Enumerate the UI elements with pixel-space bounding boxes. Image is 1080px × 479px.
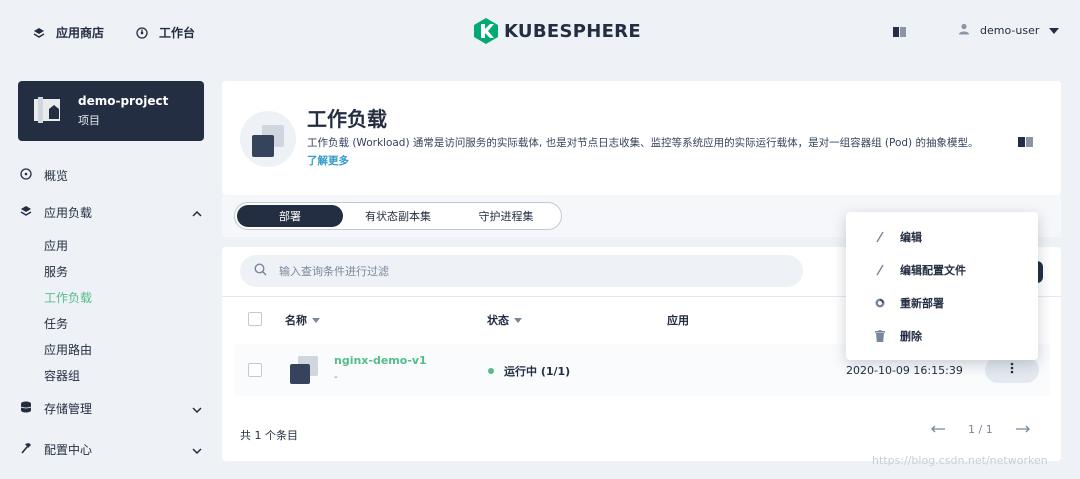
column-status-label: 状态 — [487, 314, 509, 327]
column-header-name[interactable]: 名称 — [285, 312, 320, 328]
page-header: 工作负载 工作负载 (Workload) 通常是访问服务的实际载体, 也是对节点… — [222, 81, 1061, 195]
pen-icon — [874, 231, 886, 243]
nav-config[interactable]: 配置中心 — [20, 441, 202, 458]
tab-deployments[interactable]: 部署 — [237, 205, 343, 227]
tab-daemonsets[interactable]: 守护进程集 — [453, 205, 559, 227]
pagination: 1 / 1 — [930, 423, 1031, 436]
document-icon[interactable] — [893, 26, 907, 38]
document-icon[interactable] — [1018, 136, 1034, 151]
sidebar-item-jobs[interactable]: 任务 — [44, 315, 68, 332]
sort-down-icon — [514, 317, 522, 323]
layers-icon — [32, 26, 46, 40]
nav-overview-label: 概览 — [44, 169, 69, 183]
chevron-up-icon — [192, 206, 202, 220]
more-actions-button[interactable] — [985, 357, 1039, 383]
column-name-label: 名称 — [285, 314, 307, 327]
logo-text: KUBESPHERE — [504, 20, 641, 42]
dashboard-icon — [20, 168, 32, 183]
project-type: 项目 — [78, 114, 100, 127]
sort-down-icon — [312, 317, 320, 323]
project-name: demo-project — [78, 94, 169, 108]
caret-down-icon — [1049, 24, 1060, 37]
database-icon — [20, 401, 32, 416]
workload-subtitle: - — [334, 372, 338, 383]
hammer-icon — [20, 442, 32, 457]
nav-overview[interactable]: 概览 — [20, 167, 202, 184]
watermark: https://blog.csdn.net/networken — [872, 454, 1048, 467]
search-input[interactable] — [279, 264, 759, 278]
user-menu[interactable]: demo-user — [958, 23, 1060, 38]
pen-icon — [874, 264, 886, 276]
project-info: demo-project 项目 — [78, 94, 168, 128]
status-text: 运行中 (1/1) — [504, 365, 571, 378]
app-store-link[interactable]: 应用商店 — [32, 24, 104, 41]
page-indicator: 1 / 1 — [968, 423, 993, 436]
menu-item-redeploy-label: 重新部署 — [900, 297, 944, 310]
refresh-icon — [874, 297, 886, 309]
deployment-icon — [288, 354, 320, 389]
menu-item-delete[interactable]: 删除 — [874, 328, 922, 344]
menu-item-edit-label: 编辑 — [900, 231, 922, 244]
sidebar-item-routes[interactable]: 应用路由 — [44, 341, 92, 358]
row-checkbox[interactable] — [248, 363, 262, 377]
status-badge: 运行中 (1/1) — [488, 363, 570, 379]
workbench-link[interactable]: 工作台 — [135, 24, 195, 41]
workload-name-link[interactable]: nginx-demo-v1 — [334, 354, 427, 367]
menu-item-delete-label: 删除 — [900, 330, 922, 343]
menu-item-edit-yaml[interactable]: 编辑配置文件 — [874, 262, 966, 278]
project-icon — [32, 95, 64, 128]
tab-statefulsets[interactable]: 有状态副本集 — [343, 205, 453, 227]
column-app-label: 应用 — [667, 314, 689, 327]
user-icon — [958, 23, 970, 38]
nav-storage-label: 存储管理 — [44, 402, 93, 416]
prev-page-icon[interactable] — [930, 423, 946, 436]
kubesphere-logo-icon — [474, 18, 498, 44]
menu-item-redeploy[interactable]: 重新部署 — [874, 295, 944, 311]
sidebar-item-apps[interactable]: 应用 — [44, 237, 68, 254]
trash-icon — [874, 330, 886, 342]
page-title: 工作负载 — [307, 107, 387, 131]
sidebar-item-services[interactable]: 服务 — [44, 263, 68, 280]
search-bar[interactable] — [240, 255, 803, 287]
actions-menu: 编辑 编辑配置文件 重新部署 删除 — [846, 212, 1038, 360]
nav-config-label: 配置中心 — [44, 443, 93, 457]
column-header-status[interactable]: 状态 — [487, 312, 522, 328]
menu-item-edit-yaml-label: 编辑配置文件 — [900, 264, 966, 277]
project-card[interactable]: demo-project 项目 — [18, 81, 204, 141]
search-icon — [254, 263, 267, 279]
kubesphere-logo[interactable]: KUBESPHERE — [474, 18, 641, 44]
nav-app-workloads-label: 应用负载 — [44, 206, 93, 220]
updated-time: 2020-10-09 16:15:39 — [846, 364, 963, 377]
nav-app-workloads[interactable]: 应用负载 — [20, 204, 202, 221]
workload-icon — [240, 111, 296, 167]
chevron-down-icon — [192, 443, 202, 457]
column-header-app: 应用 — [667, 312, 689, 328]
page-description: 工作负载 (Workload) 通常是访问服务的实际载体, 也是对节点日志收集、… — [307, 137, 979, 149]
menu-item-edit[interactable]: 编辑 — [874, 229, 922, 245]
next-page-icon[interactable] — [1015, 423, 1031, 436]
workload-tabs: 部署 有状态副本集 守护进程集 — [234, 202, 562, 230]
layers-icon — [20, 205, 32, 220]
sidebar-item-pods[interactable]: 容器组 — [44, 367, 80, 384]
chevron-down-icon — [192, 402, 202, 416]
total-count: 共 1 个条目 — [240, 429, 298, 442]
sidebar-item-workloads[interactable]: 工作负载 — [44, 289, 92, 306]
top-bar: 应用商店 工作台 KUBESPHERE demo-user — [0, 0, 1080, 64]
status-dot-icon — [488, 368, 494, 374]
nav-storage[interactable]: 存储管理 — [20, 400, 202, 417]
learn-more-link[interactable]: 了解更多 — [307, 153, 349, 168]
workbench-label: 工作台 — [159, 26, 196, 40]
dashboard-icon — [135, 26, 149, 40]
select-all-checkbox[interactable] — [248, 312, 262, 326]
user-name: demo-user — [980, 24, 1040, 37]
app-store-label: 应用商店 — [56, 26, 105, 40]
more-vertical-icon — [1010, 362, 1014, 378]
